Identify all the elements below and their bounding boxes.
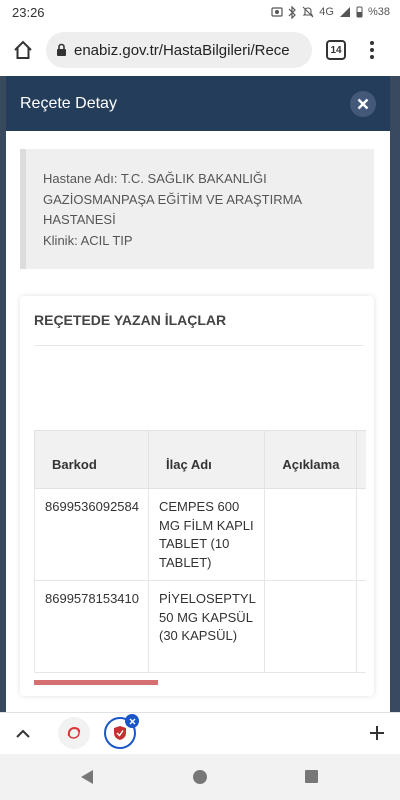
tab-group-item[interactable]: [58, 717, 90, 749]
extra-cell: 1: [356, 580, 366, 673]
browser-bottom-toolbar: [0, 712, 400, 754]
network-type: 4G: [319, 6, 334, 18]
hospital-info-box: Hastane Adı: T.C. SAĞLIK BAKANLIĞI GAZİO…: [20, 149, 374, 269]
barkod-cell: 8699536092584: [34, 488, 149, 581]
modal-title: Reçete Detay: [20, 94, 117, 112]
bluetooth-icon: [288, 5, 297, 19]
table-row: 8699536092584 CEMPES 600 MG FİLM KAPLI T…: [34, 488, 366, 581]
home-circle-icon[interactable]: [193, 770, 207, 784]
browser-toolbar: enabiz.gov.tr/HastaBilgileri/Rece 14: [0, 24, 400, 76]
chevron-up-icon: [16, 729, 30, 738]
medications-table: Barkod İlaç Adı Açıklama 8699536092584 C…: [34, 430, 366, 673]
notification-icon: [271, 6, 283, 18]
tab-switcher-button[interactable]: 14: [326, 40, 346, 60]
aciklama-cell: [264, 488, 358, 581]
plus-icon: [370, 726, 384, 740]
hospital-name-line3: HASTANESİ: [43, 212, 116, 227]
battery-icon: [356, 6, 363, 18]
medications-card: REÇETEDE YAZAN İLAÇLAR Barkod İlaç Adı A…: [20, 296, 374, 696]
column-header-extra: [356, 430, 366, 489]
barkod-cell: 8699578153410: [34, 580, 149, 673]
aciklama-cell: [264, 580, 358, 673]
enabiz-favicon-icon: [67, 726, 80, 739]
url-field[interactable]: enabiz.gov.tr/HastaBilgileri/Rece: [46, 32, 312, 68]
battery-level: %38: [367, 6, 390, 18]
mute-icon: [302, 6, 314, 18]
new-tab-button[interactable]: [366, 722, 388, 744]
signal-icon: [339, 6, 351, 18]
lock-icon: [57, 43, 66, 56]
close-icon: [357, 98, 369, 109]
column-header-aciklama: Açıklama: [264, 430, 358, 489]
url-text: enabiz.gov.tr/HastaBilgileri/Rece: [74, 41, 290, 59]
more-vert-icon: [370, 41, 374, 59]
recent-apps-icon[interactable]: [305, 770, 318, 783]
horizontal-scrollbar[interactable]: [34, 680, 158, 685]
home-icon: [14, 40, 32, 59]
column-header-barkod: Barkod: [34, 430, 149, 489]
prescription-detail-modal: Reçete Detay Hastane Adı: T.C. SAĞLIK BA…: [6, 76, 390, 712]
medications-table-scroll[interactable]: Barkod İlaç Adı Açıklama 8699536092584 C…: [34, 430, 366, 676]
ilac-adi-cell: PİYELOSEPTYL 50 MG KAPSÜL (30 KAPSÜL): [147, 580, 266, 673]
hospital-name-line1: Hastane Adı: T.C. SAĞLIK BAKANLIĞI: [43, 171, 267, 186]
expand-up-button[interactable]: [12, 722, 34, 744]
medications-section-title: REÇETEDE YAZAN İLAÇLAR: [34, 312, 227, 328]
close-button[interactable]: [350, 90, 376, 117]
hospital-name-line2: GAZİOSMANPAŞA EĞİTİM VE ARAŞTIRMA: [43, 191, 303, 207]
browser-menu-button[interactable]: [362, 35, 382, 65]
home-button[interactable]: [8, 35, 38, 65]
divider: [34, 345, 364, 346]
system-navigation-bar: [0, 754, 400, 800]
ilac-adi-cell: CEMPES 600 MG FİLM KAPLI TABLET (10 TABL…: [147, 488, 266, 581]
extra-cell: 1: [356, 488, 366, 581]
tab-close-button[interactable]: [125, 714, 139, 728]
clinic-name: Klinik: ACIL TIP: [43, 232, 133, 248]
back-icon[interactable]: [80, 769, 94, 785]
status-bar: 23:26 4G %38: [0, 0, 400, 24]
table-header-row: Barkod İlaç Adı Açıklama: [34, 430, 366, 489]
column-header-ilac-adi: İlaç Adı: [147, 430, 266, 489]
status-time: 23:26: [12, 4, 45, 20]
tab-group-item-active[interactable]: [104, 714, 139, 749]
scrollbar-thumb[interactable]: [34, 680, 158, 685]
table-row: 8699578153410 PİYELOSEPTYL 50 MG KAPSÜL …: [34, 580, 366, 673]
modal-header: Reçete Detay: [6, 76, 390, 131]
status-icons: 4G %38: [271, 5, 390, 19]
close-icon: [129, 718, 135, 724]
shield-favicon-icon: [114, 726, 126, 740]
